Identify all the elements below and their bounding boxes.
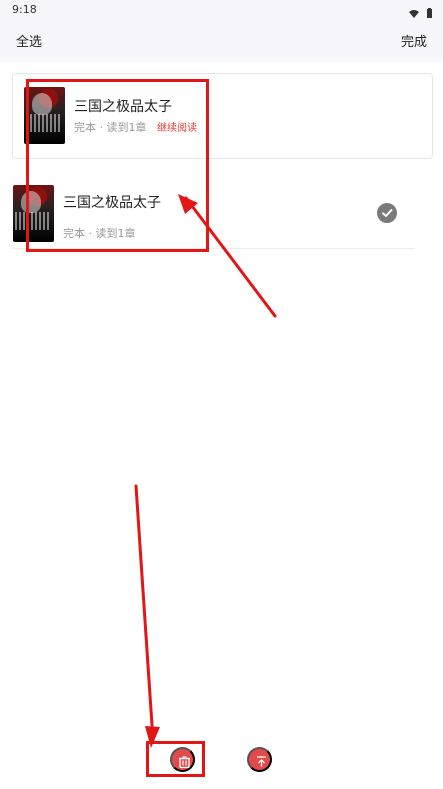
continue-reading-link[interactable]: 继续阅读 — [157, 119, 197, 134]
book-cover — [13, 185, 54, 242]
trash-icon — [179, 756, 190, 769]
arrow-head-bottom — [145, 726, 160, 748]
status-time: 9:18 — [12, 3, 37, 16]
book-card[interactable]: 三国之极品太子 完本 · 读到1章 继续阅读 — [12, 73, 433, 159]
edit-header: 全选 完成 — [0, 24, 443, 56]
wifi-icon — [408, 4, 420, 23]
check-icon[interactable] — [377, 203, 397, 223]
book-cover — [24, 87, 65, 144]
book-meta: 完本 · 读到1章 — [74, 121, 147, 134]
done-button[interactable]: 完成 — [401, 31, 427, 50]
select-all-button[interactable]: 全选 — [16, 31, 42, 50]
delete-button[interactable] — [170, 747, 195, 772]
move-to-top-button[interactable] — [247, 747, 272, 772]
status-bar: 9:18 — [0, 0, 443, 20]
pin-to-top-icon — [257, 756, 266, 767]
arrow-line-bottom — [134, 484, 155, 742]
battery-icon — [426, 4, 433, 23]
book-list-item[interactable]: 三国之极品太子 完本 · 读到1章 — [12, 176, 415, 249]
status-icons — [408, 4, 433, 23]
book-title: 三国之极品太子 — [74, 99, 172, 115]
book-title: 三国之极品太子 — [63, 195, 161, 211]
book-meta: 完本 · 读到1章 — [63, 227, 136, 240]
